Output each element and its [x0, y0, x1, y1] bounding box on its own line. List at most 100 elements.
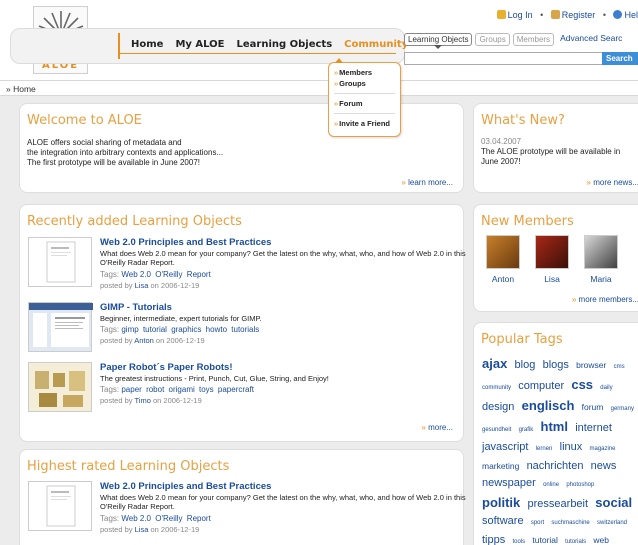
login-link[interactable]: Log In	[508, 10, 533, 20]
avatar[interactable]	[584, 235, 618, 269]
tag-cloud-link[interactable]: blog	[515, 359, 536, 371]
tag-cloud-link[interactable]: software	[482, 515, 524, 527]
tag-cloud-link[interactable]: nachrichten	[527, 460, 584, 472]
tag-link[interactable]: toys	[199, 385, 214, 394]
tag-cloud-link[interactable]: daily	[600, 385, 612, 391]
member-name[interactable]: Anton	[485, 274, 521, 284]
tag-link[interactable]: Report	[187, 270, 211, 279]
member-card[interactable]: Maria	[583, 235, 619, 284]
tag-cloud-link[interactable]: lernen	[536, 446, 553, 452]
tag-cloud-link[interactable]: magazine	[589, 446, 615, 452]
tag-cloud-link[interactable]: news	[591, 460, 617, 472]
tag-cloud-link[interactable]: computer	[518, 380, 564, 392]
avatar[interactable]	[486, 235, 520, 269]
recent-more-link[interactable]: » more...	[421, 423, 453, 432]
tag-link[interactable]: robot	[146, 385, 164, 394]
tag-cloud-link[interactable]: sport	[531, 520, 544, 526]
tag-cloud-link[interactable]: linux	[560, 441, 583, 453]
nav-learning-objects[interactable]: Learning Objects	[237, 39, 333, 50]
tag-link[interactable]: O'Reilly	[155, 270, 182, 279]
tag-link[interactable]: paper	[121, 385, 141, 394]
tag-cloud-link[interactable]: pressearbeit	[528, 498, 589, 510]
menu-item-forum[interactable]: »Forum	[334, 98, 395, 109]
tag-cloud-link[interactable]: gesundheit	[482, 427, 511, 433]
menu-item-groups[interactable]: »Groups	[334, 78, 395, 89]
nav-community[interactable]: Community	[344, 39, 408, 50]
menu-item-members[interactable]: »Members	[334, 67, 395, 78]
tag-cloud-link[interactable]: englisch	[522, 398, 575, 413]
tag-link[interactable]: tutorial	[143, 325, 167, 334]
tag-cloud-link[interactable]: blogs	[543, 359, 569, 371]
tag-cloud-link[interactable]: marketing	[482, 461, 519, 471]
member-card[interactable]: Anton	[485, 235, 521, 284]
nav-home[interactable]: Home	[131, 39, 163, 50]
member-name[interactable]: Maria	[583, 274, 619, 284]
register-link[interactable]: Register	[562, 10, 596, 20]
search-tab-groups[interactable]: Groups	[475, 33, 510, 46]
tag-cloud-link[interactable]: design	[482, 401, 514, 413]
menu-item-invite[interactable]: »Invite a Friend	[334, 118, 395, 129]
tag-cloud-link[interactable]: tutorials	[565, 539, 586, 545]
tag-cloud-link[interactable]: ajax	[482, 356, 507, 371]
lo-title-link[interactable]: Web 2.0 Principles and Best Practices	[100, 481, 271, 492]
tag-cloud-link[interactable]: switzerland	[597, 520, 627, 526]
search-input[interactable]	[404, 52, 604, 65]
tag-cloud-link[interactable]: browser	[576, 360, 606, 370]
tag-link[interactable]: Web 2.0	[121, 514, 151, 523]
gimp-thumbnail[interactable]	[28, 302, 93, 352]
avatar[interactable]	[535, 235, 569, 269]
breadcrumb[interactable]: » Home	[6, 84, 36, 94]
tag-cloud-link[interactable]: germany	[611, 406, 634, 412]
help-link[interactable]: Hel	[624, 10, 638, 20]
tag-cloud-link[interactable]: javascript	[482, 441, 528, 453]
user-link[interactable]: Anton	[134, 336, 154, 345]
tag-cloud-link[interactable]: html	[541, 419, 568, 434]
tag-cloud-link[interactable]: web	[593, 535, 609, 545]
tag-cloud-link[interactable]: cms	[614, 364, 625, 370]
tag-link[interactable]: tutorials	[231, 325, 259, 334]
search-tab-members[interactable]: Members	[512, 33, 555, 46]
tag-cloud-link[interactable]: css	[571, 377, 593, 392]
user-link[interactable]: Lisa	[135, 525, 149, 534]
paper-robot-thumbnail[interactable]	[28, 362, 92, 412]
tag-cloud-link[interactable]: politik	[482, 495, 520, 510]
tag-link[interactable]: origami	[169, 385, 195, 394]
search-button[interactable]: Search	[602, 52, 638, 65]
document-thumbnail[interactable]	[28, 481, 92, 531]
tag-link[interactable]: Report	[187, 514, 211, 523]
user-link[interactable]: Timo	[134, 396, 150, 405]
member-card[interactable]: Lisa	[534, 235, 570, 284]
tag-link[interactable]: gimp	[121, 325, 138, 334]
lo-title-link[interactable]: Paper Robot´s Paper Robots!	[100, 362, 233, 373]
tag-cloud-link[interactable]: tools	[512, 539, 525, 545]
member-name[interactable]: Lisa	[534, 274, 570, 284]
highest-title: Highest rated Learning Objects	[27, 459, 230, 474]
learn-more-link[interactable]: » learn more...	[401, 178, 453, 187]
tag-cloud-link[interactable]: online	[543, 482, 559, 488]
nav-my-aloe[interactable]: My ALOE	[175, 39, 224, 50]
tag-cloud-link[interactable]: community	[482, 385, 511, 391]
tag-cloud-link[interactable]: newspaper	[482, 477, 536, 489]
lo-title-link[interactable]: GIMP - Tutorials	[100, 302, 172, 313]
more-members-link[interactable]: » more members...	[572, 295, 638, 304]
user-link[interactable]: Lisa	[135, 281, 149, 290]
advanced-search-link[interactable]: Advanced Searc	[560, 33, 622, 46]
document-thumbnail[interactable]	[28, 237, 92, 287]
tag-link[interactable]: Web 2.0	[121, 270, 151, 279]
lo-title-link[interactable]: Web 2.0 Principles and Best Practices	[100, 237, 271, 248]
tag-cloud-link[interactable]: social	[595, 495, 632, 510]
more-label: more...	[428, 423, 453, 432]
tag-link[interactable]: howto	[206, 325, 227, 334]
tag-cloud-link[interactable]: grafik	[519, 427, 534, 433]
tag-link[interactable]: graphics	[171, 325, 201, 334]
tag-link[interactable]: O'Reilly	[155, 514, 182, 523]
tag-cloud-link[interactable]: tutorial	[532, 535, 558, 545]
tag-cloud-link[interactable]: tipps	[482, 534, 505, 545]
posted-label: posted by	[100, 525, 133, 534]
tag-cloud-link[interactable]: suchmaschine	[551, 520, 589, 526]
tag-link[interactable]: papercraft	[218, 385, 254, 394]
more-news-link[interactable]: » more news...	[587, 178, 638, 187]
tag-cloud-link[interactable]: photoshop	[566, 482, 594, 488]
tag-cloud-link[interactable]: forum	[582, 402, 604, 412]
tag-cloud-link[interactable]: internet	[575, 422, 612, 434]
